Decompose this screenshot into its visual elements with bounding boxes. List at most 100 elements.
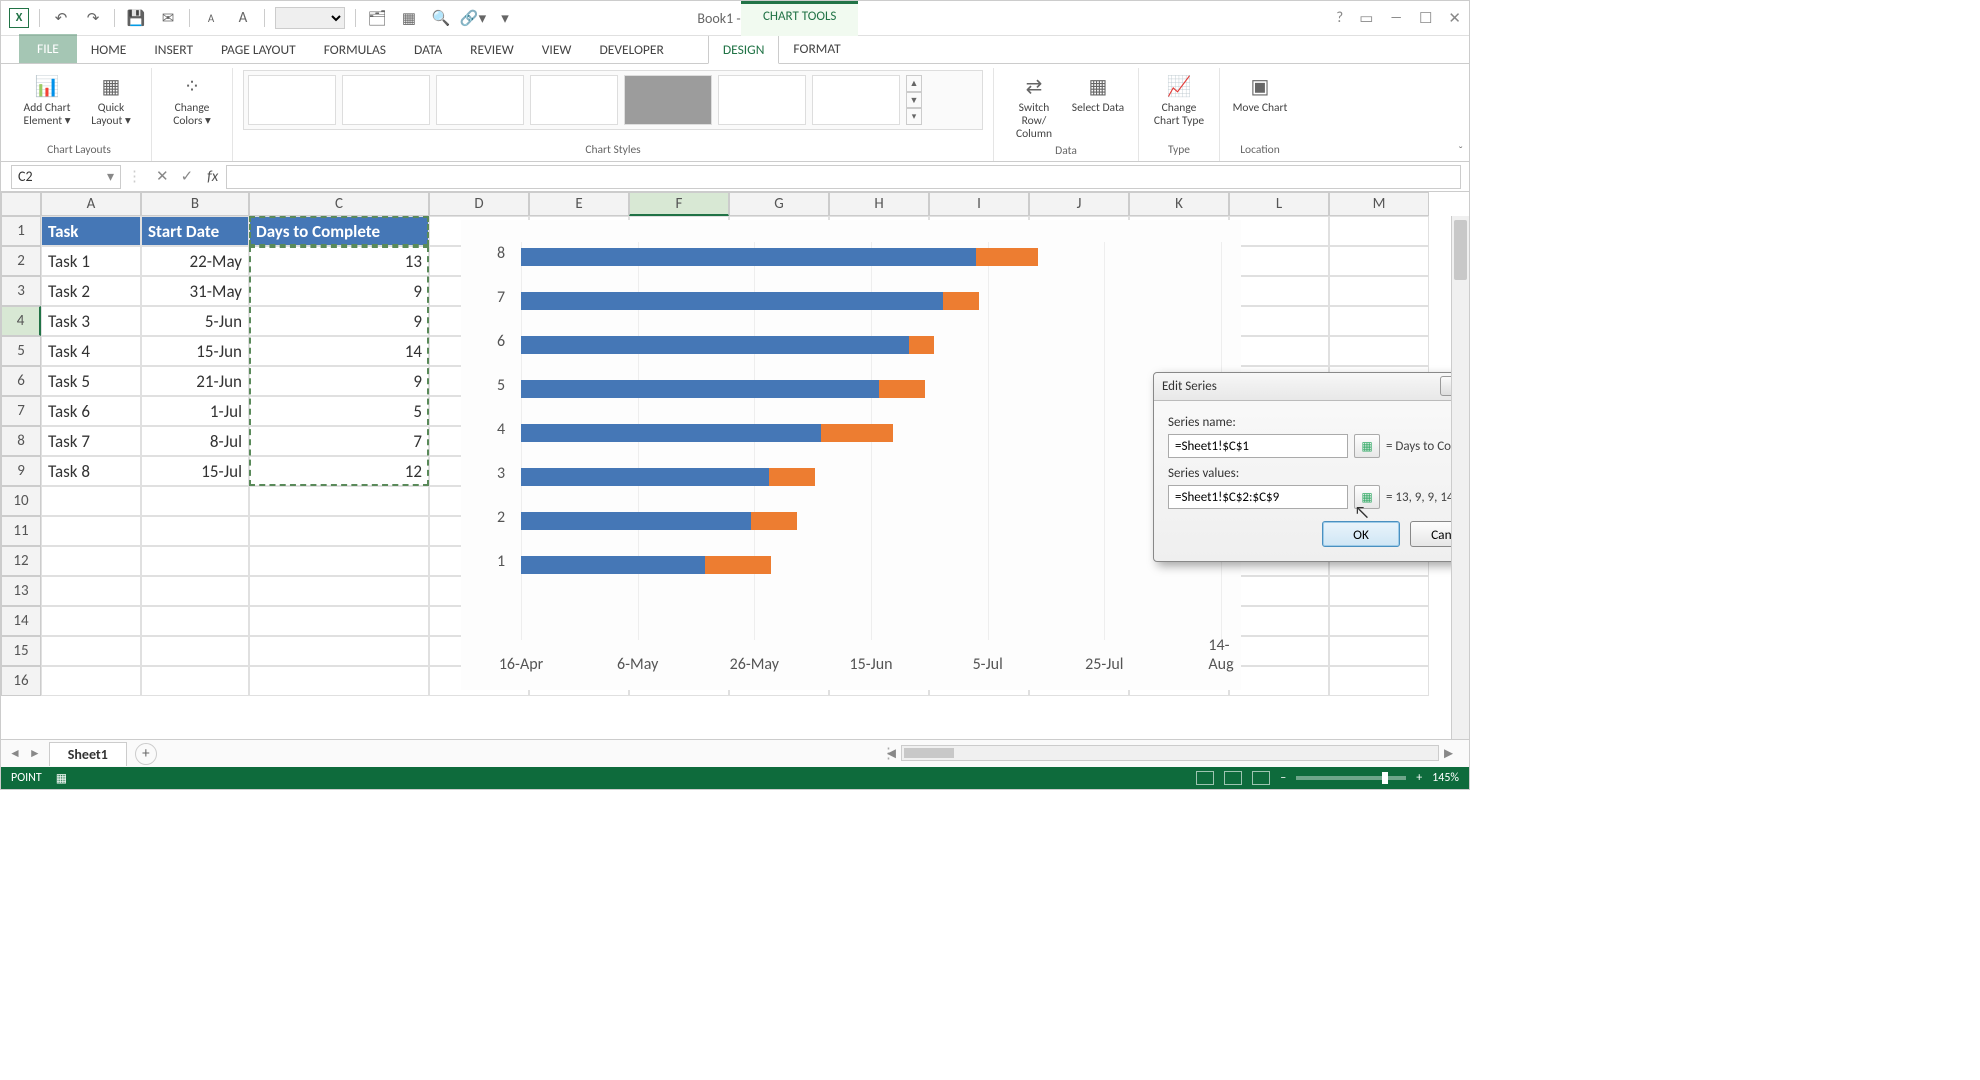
- column-header[interactable]: G: [729, 192, 829, 216]
- cell[interactable]: 31-May: [141, 276, 249, 306]
- row-header[interactable]: 1: [1, 216, 41, 246]
- cell[interactable]: [41, 576, 141, 606]
- column-header[interactable]: K: [1129, 192, 1229, 216]
- bar-segment-start[interactable]: [521, 292, 943, 310]
- ribbon-display-icon[interactable]: ▭: [1359, 9, 1373, 28]
- cell[interactable]: 15-Jun: [141, 336, 249, 366]
- macro-record-icon[interactable]: ▦: [56, 771, 67, 786]
- theme-select[interactable]: [275, 7, 345, 29]
- row-header[interactable]: 12: [1, 546, 41, 576]
- cell[interactable]: [249, 666, 429, 696]
- bar-segment-days[interactable]: [821, 424, 893, 442]
- add-sheet-button[interactable]: +: [135, 743, 157, 765]
- bar-segment-days[interactable]: [705, 556, 771, 574]
- tab-developer[interactable]: DEVELOPER: [585, 36, 677, 63]
- cell[interactable]: [1329, 306, 1429, 336]
- column-header[interactable]: F: [629, 192, 729, 216]
- cell[interactable]: Days to Complete: [249, 216, 429, 246]
- cell[interactable]: 15-Jul: [141, 456, 249, 486]
- series-values-input[interactable]: [1168, 485, 1348, 509]
- save-button[interactable]: 💾: [125, 7, 147, 29]
- name-box[interactable]: C2▾: [11, 165, 121, 189]
- horizontal-scrollbar[interactable]: ◄ ►: [901, 745, 1439, 761]
- quick-print-icon[interactable]: 🗂: [366, 7, 388, 29]
- row-header[interactable]: 6: [1, 366, 41, 396]
- cell[interactable]: [1229, 576, 1329, 606]
- zoom-in-icon[interactable]: +: [1416, 771, 1422, 785]
- switch-row-column-button[interactable]: ⇄Switch Row/ Column: [1004, 70, 1064, 144]
- column-header[interactable]: H: [829, 192, 929, 216]
- bar-segment-days[interactable]: [751, 512, 797, 530]
- ok-button[interactable]: OK: [1322, 521, 1400, 547]
- row-header[interactable]: 7: [1, 396, 41, 426]
- select-all-corner[interactable]: [1, 192, 41, 216]
- row-header[interactable]: 15: [1, 636, 41, 666]
- zoom-level[interactable]: 145%: [1432, 771, 1459, 785]
- cell[interactable]: 1-Jul: [141, 396, 249, 426]
- chart-styles-gallery[interactable]: ▲▼▾: [243, 70, 983, 130]
- row-header[interactable]: 13: [1, 576, 41, 606]
- gallery-down-icon[interactable]: ▼: [906, 92, 922, 109]
- series-name-input[interactable]: [1168, 434, 1348, 458]
- change-chart-type-button[interactable]: 📈Change Chart Type: [1149, 70, 1209, 130]
- row-header[interactable]: 4: [1, 306, 41, 336]
- close-icon[interactable]: ✕: [1448, 9, 1461, 28]
- calendar-icon[interactable]: ▦: [398, 7, 420, 29]
- gallery-up-icon[interactable]: ▲: [906, 75, 922, 92]
- bar-segment-start[interactable]: [521, 380, 879, 398]
- cell[interactable]: [1229, 666, 1329, 696]
- cell[interactable]: Task 2: [41, 276, 141, 306]
- page-layout-view-icon[interactable]: [1224, 771, 1242, 785]
- cell[interactable]: [1229, 306, 1329, 336]
- column-header[interactable]: D: [429, 192, 529, 216]
- font-decrease-button[interactable]: A: [200, 7, 222, 29]
- column-header[interactable]: B: [141, 192, 249, 216]
- tab-insert[interactable]: INSERT: [140, 36, 207, 63]
- cell[interactable]: 9: [249, 366, 429, 396]
- cell[interactable]: [249, 486, 429, 516]
- change-colors-button[interactable]: ⁘Change Colors ▾: [162, 70, 222, 130]
- cell[interactable]: [1329, 666, 1429, 696]
- cell[interactable]: [1229, 246, 1329, 276]
- cell[interactable]: [1329, 276, 1429, 306]
- worksheet-grid[interactable]: ABCDEFGHIJKLM 1TaskStart DateDays to Com…: [1, 192, 1469, 739]
- normal-view-icon[interactable]: [1196, 771, 1214, 785]
- cell[interactable]: Task 1: [41, 246, 141, 276]
- cell[interactable]: [1329, 606, 1429, 636]
- column-header[interactable]: I: [929, 192, 1029, 216]
- cell[interactable]: [141, 486, 249, 516]
- cell[interactable]: [1329, 636, 1429, 666]
- undo-button[interactable]: ↶: [50, 7, 72, 29]
- cell[interactable]: Task 3: [41, 306, 141, 336]
- font-increase-button[interactable]: A: [232, 7, 254, 29]
- cell[interactable]: 22-May: [141, 246, 249, 276]
- row-header[interactable]: 16: [1, 666, 41, 696]
- row-header[interactable]: 5: [1, 336, 41, 366]
- cell[interactable]: 13: [249, 246, 429, 276]
- cell[interactable]: 14: [249, 336, 429, 366]
- cell[interactable]: [141, 666, 249, 696]
- row-header[interactable]: 10: [1, 486, 41, 516]
- tab-home[interactable]: HOME: [77, 36, 140, 63]
- tab-page-layout[interactable]: PAGE LAYOUT: [207, 36, 310, 63]
- add-chart-element-button[interactable]: 📊Add Chart Element ▾: [17, 70, 77, 130]
- cell[interactable]: [249, 606, 429, 636]
- row-header[interactable]: 9: [1, 456, 41, 486]
- cell[interactable]: 8-Jul: [141, 426, 249, 456]
- qat-customize[interactable]: ▾: [494, 7, 516, 29]
- bar-segment-start[interactable]: [521, 556, 705, 574]
- cell[interactable]: [41, 486, 141, 516]
- bar-segment-days[interactable]: [909, 336, 934, 354]
- sheet-nav-next-icon[interactable]: ►: [29, 746, 41, 761]
- column-header[interactable]: J: [1029, 192, 1129, 216]
- cell[interactable]: Task 6: [41, 396, 141, 426]
- zoom-out-icon[interactable]: –: [1280, 771, 1286, 785]
- enter-formula-icon[interactable]: ✓: [181, 167, 194, 186]
- column-header[interactable]: C: [249, 192, 429, 216]
- cell[interactable]: [249, 636, 429, 666]
- email-button[interactable]: ✉: [157, 7, 179, 29]
- cell[interactable]: 7: [249, 426, 429, 456]
- redo-button[interactable]: ↷: [82, 7, 104, 29]
- gallery-more-icon[interactable]: ▾: [906, 108, 922, 125]
- cell[interactable]: [249, 516, 429, 546]
